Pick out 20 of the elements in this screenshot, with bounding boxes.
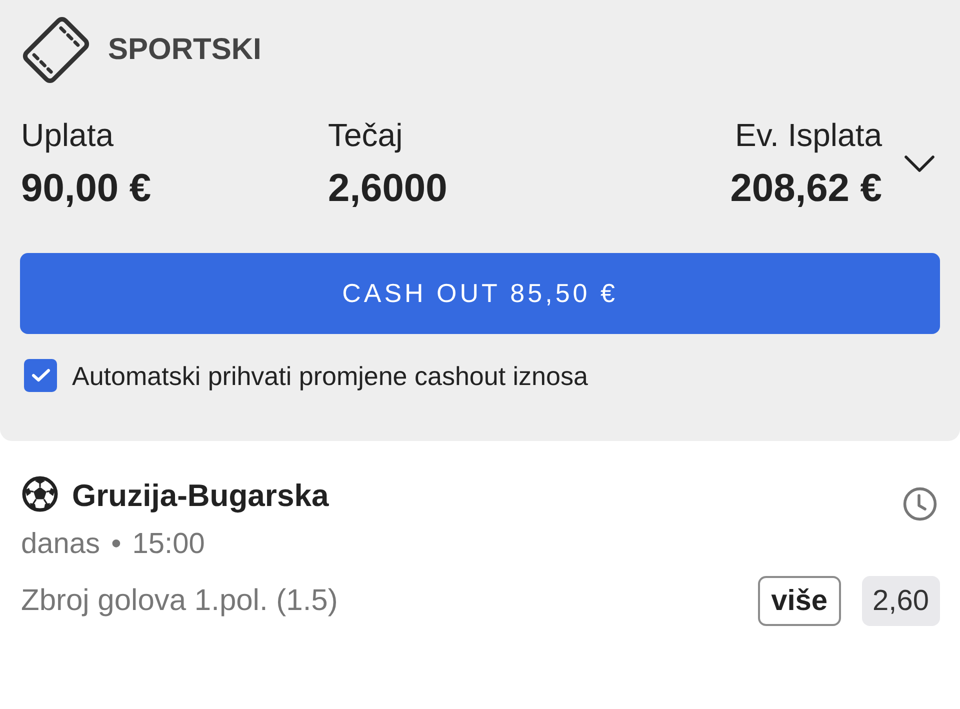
checkbox[interactable]: [24, 359, 57, 392]
chevron-icon[interactable]: [904, 155, 935, 173]
summary-label: Ev. Isplata: [734, 116, 882, 154]
match-time: danas • 15:00: [21, 527, 205, 562]
summary-label: Tečaj: [328, 116, 403, 154]
clock-icon: [903, 487, 937, 521]
market-name: Zbroj golova 1.pol. (1.5): [21, 583, 338, 619]
odds-label: 2,60: [862, 576, 940, 626]
ticket-icon: [20, 15, 92, 85]
checkbox-label: Automatski prihvati promjene cashout iznosa: [72, 360, 588, 392]
summary-label: Uplata: [21, 116, 114, 154]
bet-type-title: SPORTSKI: [108, 32, 262, 68]
pick-label: više: [758, 576, 841, 626]
summary-value: 2,6000: [328, 166, 448, 212]
checkmark-icon: [30, 368, 50, 383]
match-title: Gruzija-Bugarska: [72, 477, 329, 515]
summary-value: 208,62 €: [730, 166, 882, 212]
cash-out-button[interactable]: CASH OUT 85,50 €: [20, 253, 940, 334]
summary-value: 90,00 €: [21, 166, 152, 212]
soccer-ball-icon: [22, 476, 58, 512]
